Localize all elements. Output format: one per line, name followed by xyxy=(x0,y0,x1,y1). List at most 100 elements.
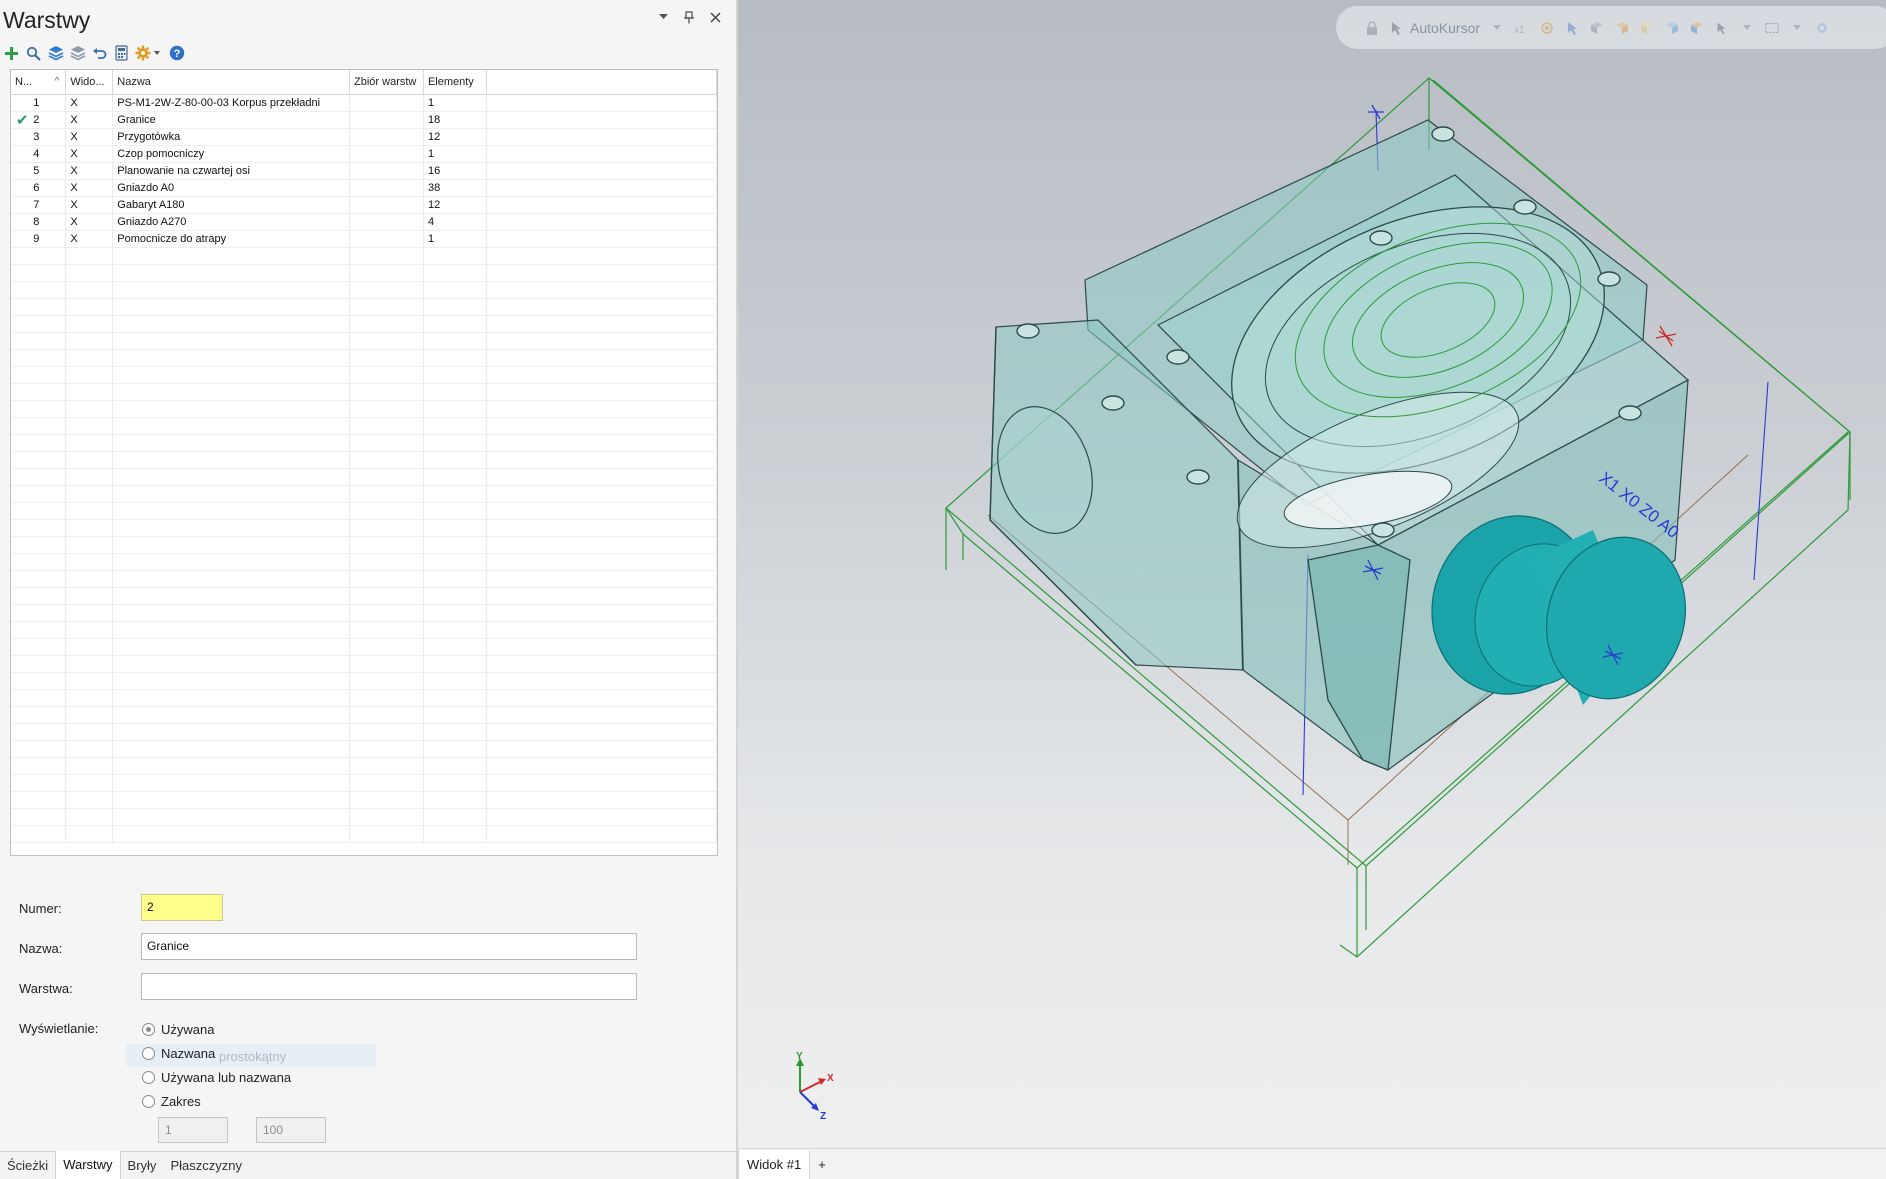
col-visibility-header[interactable]: Wido... xyxy=(65,70,114,95)
table-row[interactable] xyxy=(11,315,717,333)
add-view-button[interactable]: + xyxy=(810,1150,834,1179)
table-row[interactable] xyxy=(11,621,717,639)
table-row[interactable]: 1 X PS-M1-2W-Z-80-00-03 Korpus przekładni 1 xyxy=(11,94,717,112)
radio-zakres-circle[interactable] xyxy=(142,1095,155,1108)
box-select-icon[interactable] xyxy=(1764,20,1780,36)
radio-uzywana-lub-nazwana-circle[interactable] xyxy=(142,1071,155,1084)
table-row[interactable] xyxy=(11,638,717,656)
table-row[interactable]: 7 X Gabaryt A180 12 xyxy=(11,196,717,214)
table-row[interactable] xyxy=(11,366,717,384)
table-row[interactable] xyxy=(11,417,717,435)
numer-field[interactable]: 2 xyxy=(141,894,223,921)
range-from-field[interactable]: 1 xyxy=(158,1117,228,1143)
undo-icon[interactable] xyxy=(91,45,108,62)
table-row[interactable]: 9 X Pomocnicze do atrapy 1 xyxy=(11,230,717,248)
table-row[interactable] xyxy=(11,740,717,758)
table-row[interactable] xyxy=(11,808,717,826)
table-row[interactable] xyxy=(11,468,717,486)
table-row[interactable]: 5 X Planowanie na czwartej osi 16 xyxy=(11,162,717,180)
cell-empty xyxy=(349,723,424,741)
table-row[interactable] xyxy=(11,791,717,809)
table-row[interactable] xyxy=(11,587,717,605)
snap-point-icon[interactable] xyxy=(1539,20,1555,36)
autokursor-label[interactable]: AutoKursor xyxy=(1410,20,1480,36)
layers-grey-icon[interactable] xyxy=(69,45,86,62)
3d-model[interactable]: X1 X0 Z0 A0 xyxy=(738,0,1886,1148)
radio-uzywana-circle[interactable] xyxy=(142,1023,155,1036)
table-row[interactable] xyxy=(11,383,717,401)
col-number-header[interactable]: N... ^ xyxy=(11,70,67,95)
layers-icon[interactable] xyxy=(47,45,64,62)
table-row[interactable] xyxy=(11,570,717,588)
col-name-header[interactable]: Nazwa xyxy=(112,70,351,95)
table-row[interactable] xyxy=(11,536,717,554)
table-row[interactable] xyxy=(11,689,717,707)
tab-warstwy[interactable]: Warstwy xyxy=(55,1151,121,1179)
lock-icon[interactable] xyxy=(1364,20,1380,36)
chevron-down-icon[interactable] xyxy=(1789,20,1805,36)
radio-zakres[interactable]: Zakres xyxy=(142,1094,201,1109)
table-row[interactable] xyxy=(11,825,717,843)
select-faces-icon[interactable] xyxy=(1589,20,1605,36)
gear-icon[interactable] xyxy=(135,45,163,62)
table-row[interactable]: 6 X Gniazdo A0 38 xyxy=(11,179,717,197)
select-body-icon[interactable] xyxy=(1664,20,1680,36)
close-icon[interactable] xyxy=(708,10,722,24)
table-row[interactable]: 8 X Gniazdo A270 4 xyxy=(11,213,717,231)
select-arrow-icon[interactable] xyxy=(1564,20,1580,36)
table-row[interactable] xyxy=(11,502,717,520)
table-row[interactable] xyxy=(11,264,717,282)
view-settings-icon[interactable] xyxy=(1814,20,1830,36)
radio-uzywana-lub-nazwana[interactable]: Używana lub nazwana xyxy=(142,1070,291,1085)
select-solid-icon[interactable] xyxy=(1639,20,1655,36)
tab-plaszczyzny[interactable]: Płaszczyzny xyxy=(163,1152,249,1179)
table-row[interactable] xyxy=(11,519,717,537)
chevron-down-icon[interactable] xyxy=(656,10,670,24)
table-row[interactable] xyxy=(11,757,717,775)
calculator-icon[interactable] xyxy=(113,45,130,62)
table-row[interactable] xyxy=(11,247,717,265)
warstwa-field[interactable] xyxy=(141,973,637,1000)
cursor-icon[interactable] xyxy=(1389,20,1405,36)
chevron-down-icon[interactable] xyxy=(1489,20,1505,36)
table-row[interactable] xyxy=(11,332,717,350)
range-to-field[interactable]: 100 xyxy=(256,1117,326,1143)
table-row[interactable] xyxy=(11,655,717,673)
table-row[interactable] xyxy=(11,485,717,503)
table-row[interactable] xyxy=(11,672,717,690)
search-icon[interactable] xyxy=(25,45,42,62)
3d-viewport[interactable]: X1 X0 Z0 A0 AutoKursor x1 Y X Z xyxy=(738,0,1886,1148)
table-row[interactable]: 4 X Czop pomocniczy 1 xyxy=(11,145,717,163)
table-row[interactable]: 3 X Przygotówka 12 xyxy=(11,128,717,146)
pointer-plus-icon[interactable] xyxy=(1714,20,1730,36)
tab-bryly[interactable]: Bryły xyxy=(121,1152,164,1179)
table-row[interactable] xyxy=(11,604,717,622)
col-elements-header[interactable]: Elementy xyxy=(423,70,487,95)
col-layer-set-header[interactable]: Zbiór warstw xyxy=(349,70,424,95)
add-icon[interactable] xyxy=(3,45,20,62)
table-row[interactable] xyxy=(11,553,717,571)
table-row[interactable] xyxy=(11,281,717,299)
nazwa-field[interactable]: Granice xyxy=(141,933,637,960)
table-row[interactable] xyxy=(11,723,717,741)
radio-uzywana[interactable]: Używana xyxy=(142,1022,214,1037)
pin-icon[interactable] xyxy=(682,10,696,24)
radio-nazwana[interactable]: Nazwana xyxy=(142,1046,215,1061)
table-row[interactable] xyxy=(11,400,717,418)
select-group-icon[interactable] xyxy=(1689,20,1705,36)
chevron-down-icon[interactable] xyxy=(1739,20,1755,36)
radio-nazwana-circle[interactable] xyxy=(142,1047,155,1060)
xyz-snap-icon[interactable]: x1 xyxy=(1514,20,1530,36)
table-row[interactable] xyxy=(11,434,717,452)
select-edges-icon[interactable] xyxy=(1614,20,1630,36)
table-row[interactable] xyxy=(11,706,717,724)
table-row[interactable] xyxy=(11,298,717,316)
tab-sciezki[interactable]: Ścieżki xyxy=(0,1152,55,1179)
table-row[interactable] xyxy=(11,451,717,469)
table-row[interactable] xyxy=(11,774,717,792)
table-row[interactable] xyxy=(11,349,717,367)
tab-widok-1[interactable]: Widok #1 xyxy=(738,1149,811,1179)
help-icon[interactable]: ? xyxy=(168,45,185,62)
cell-empty xyxy=(486,213,717,231)
table-row[interactable]: ✔ 2 X Granice 18 xyxy=(11,111,717,129)
